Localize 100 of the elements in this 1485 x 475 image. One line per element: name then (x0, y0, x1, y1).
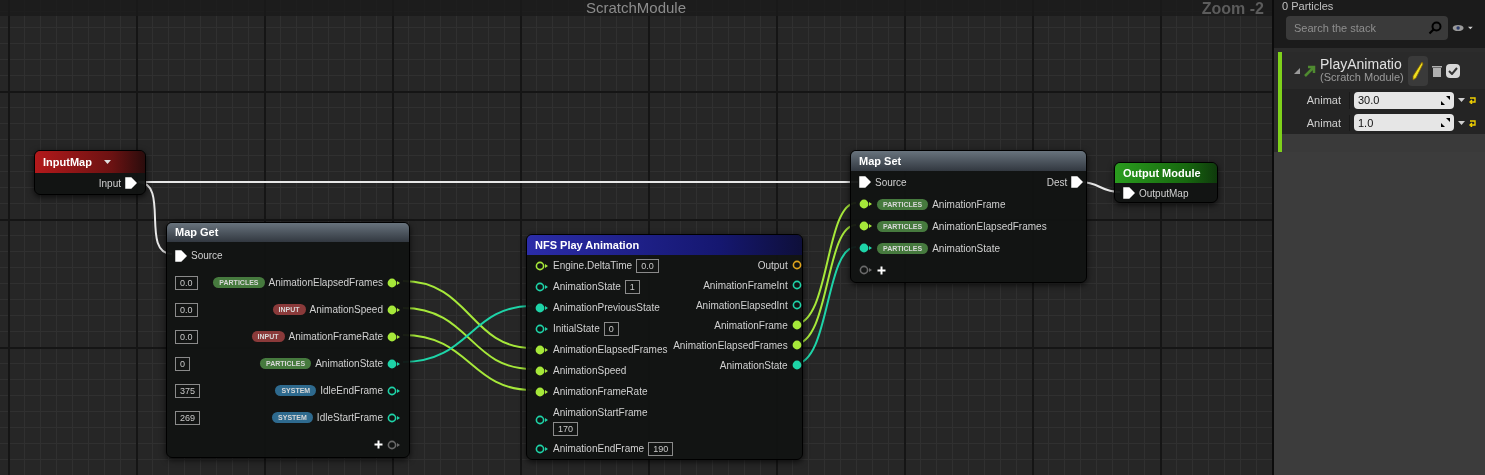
eye-icon[interactable] (1452, 23, 1465, 33)
caret-icon[interactable] (1458, 98, 1465, 103)
default-value-field[interactable]: 0.0 (175, 302, 198, 317)
pin-label: AnimationState (315, 357, 383, 371)
pin-label: AnimationElapsedFrames (268, 276, 383, 290)
dropdown-caret-icon[interactable] (103, 160, 111, 164)
pin-icon[interactable] (859, 243, 873, 253)
pin-label: Input (98, 176, 121, 191)
pin-icon[interactable] (535, 281, 549, 292)
pin-icon[interactable] (387, 304, 401, 315)
pin-icon[interactable] (535, 302, 549, 313)
pin-label: AnimationElapsedInt (695, 298, 788, 313)
pencil-icon (1411, 60, 1424, 81)
search-field[interactable]: Search the stack (1286, 16, 1448, 40)
expand-triangle-icon[interactable] (1294, 67, 1300, 74)
pin-label: IdleStartFrame (316, 411, 383, 425)
default-value-field[interactable]: 0.0 (636, 258, 659, 273)
pin-label: OutputMap (1139, 186, 1189, 201)
pin-label: AnimationFrame (714, 318, 788, 333)
exec-pin-icon[interactable] (125, 177, 137, 189)
zoom-label: Zoom -2 (1201, 0, 1264, 18)
pin-icon[interactable] (791, 320, 802, 330)
node-title: Output Module (1123, 165, 1201, 181)
pin-label: AnimationSpeed (553, 364, 627, 378)
pin-icon[interactable] (535, 386, 549, 397)
pin-icon[interactable] (387, 385, 401, 396)
pin-icon[interactable] (387, 277, 401, 288)
reset-icon[interactable] (1469, 118, 1477, 127)
default-value-field[interactable]: 170 (553, 421, 579, 436)
module-title: PlayAnimatio (1320, 57, 1403, 71)
default-value-field[interactable]: 1 (624, 279, 640, 294)
graph-canvas[interactable] (0, 0, 1272, 475)
graph-node[interactable] (526, 234, 803, 460)
pin-icon[interactable] (791, 300, 802, 310)
pin-icon[interactable] (859, 221, 873, 231)
node-title: InputMap (43, 154, 92, 170)
pin-icon[interactable] (535, 344, 549, 355)
exec-pin-icon[interactable] (1071, 176, 1084, 188)
pin-label: InitialState (553, 322, 600, 336)
reset-icon[interactable] (1469, 96, 1477, 105)
pin-icon[interactable] (535, 365, 549, 376)
edit-button[interactable] (1407, 55, 1428, 86)
pin-icon[interactable] (387, 358, 401, 369)
pin-label: AnimationState (553, 280, 621, 294)
pin-label: AnimationElapsedFrames (673, 338, 788, 353)
pin-label: AnimationFrameRate (288, 330, 383, 344)
exec-pin-icon[interactable] (175, 249, 187, 262)
default-value-field[interactable]: 0 (603, 321, 619, 336)
add-pin-icon[interactable] (374, 440, 383, 449)
default-value-field[interactable]: 269 (175, 410, 201, 425)
pin-icon[interactable] (387, 412, 401, 423)
pin-icon[interactable] (859, 199, 873, 209)
pin-label: AnimationElapsedFrames (932, 219, 1047, 234)
default-value-field[interactable]: 0.0 (175, 275, 198, 290)
trash-icon[interactable] (1431, 64, 1442, 77)
check-icon (1447, 66, 1458, 75)
pin-label: Dest (1046, 175, 1068, 190)
caret-icon[interactable] (1458, 120, 1465, 125)
expand-arrows-icon[interactable] (1441, 118, 1450, 128)
default-value-field[interactable]: 0 (175, 356, 190, 371)
pin-label: AnimationFrameInt (703, 278, 788, 293)
pin-label: Source (191, 249, 223, 263)
default-value-field[interactable]: 375 (175, 383, 201, 398)
parameter-label: Animat (1282, 92, 1350, 109)
parameter-value-field[interactable]: 30.0 (1354, 91, 1454, 109)
pin-icon[interactable] (535, 323, 549, 334)
expand-arrows-icon[interactable] (1441, 95, 1450, 105)
caret-icon[interactable] (1468, 26, 1473, 30)
pin-label: IdleEndFrame (320, 384, 383, 398)
pin-icon[interactable] (535, 415, 549, 425)
pin-icon[interactable] (791, 260, 802, 270)
node-title: NFS Play Animation (535, 237, 640, 253)
pin-label: AnimationStartFrame (553, 405, 648, 420)
particle-count: 0 Particles (1281, 0, 1335, 12)
pin-label: AnimationFrameRate (553, 385, 648, 399)
pin-icon[interactable] (535, 443, 549, 454)
default-value-field[interactable]: 0.0 (175, 329, 198, 344)
arrow-icon (1304, 64, 1316, 77)
node-title: Map Set (859, 153, 902, 169)
add-pin-icon[interactable] (877, 265, 886, 275)
pin-label: Output (757, 258, 788, 273)
pin-icon[interactable] (791, 340, 802, 350)
pin-icon[interactable] (791, 280, 802, 290)
pin-icon[interactable] (791, 360, 802, 370)
pin-label: AnimationState (719, 358, 788, 373)
pin-label: AnimationState (932, 241, 1000, 256)
pin-label: AnimationElapsedFrames (553, 343, 668, 357)
parameter-value-field[interactable]: 1.0 (1354, 114, 1454, 132)
exec-pin-icon[interactable] (859, 176, 871, 188)
graph-node[interactable]: Output Module OutputMap (1114, 162, 1218, 203)
pin-icon[interactable] (535, 260, 549, 271)
graph-title: ScratchModule (585, 0, 687, 16)
pin-label: Source (875, 175, 907, 190)
exec-pin-icon[interactable] (1123, 187, 1135, 199)
pin-icon[interactable] (387, 331, 401, 342)
pin-label: AnimationPreviousState (553, 301, 660, 315)
default-value-field[interactable]: 190 (648, 441, 674, 456)
graph-node[interactable]: InputMap Input (34, 150, 146, 195)
enable-checkbox[interactable] (1445, 63, 1460, 78)
pin-label: AnimationSpeed (309, 303, 383, 317)
